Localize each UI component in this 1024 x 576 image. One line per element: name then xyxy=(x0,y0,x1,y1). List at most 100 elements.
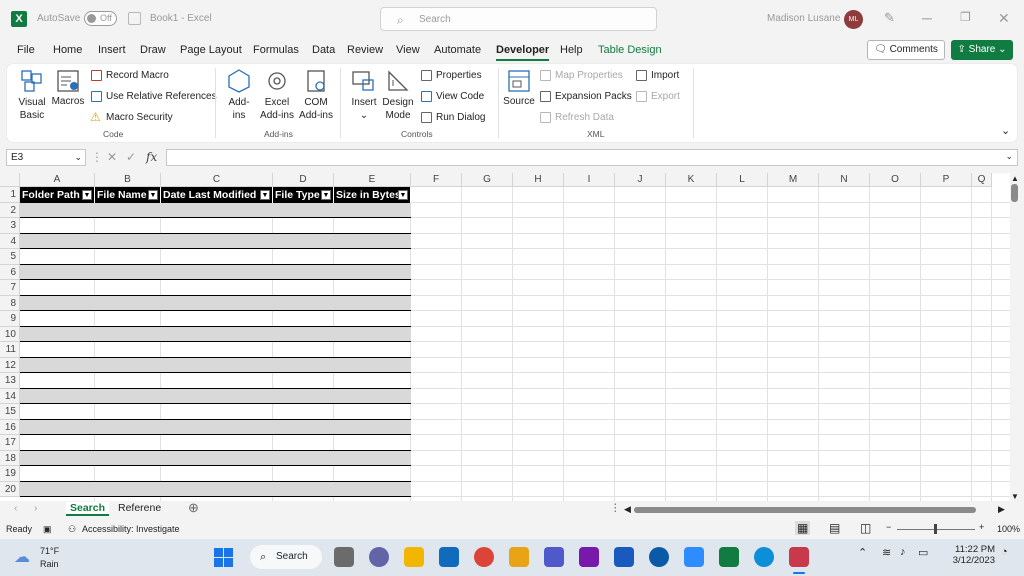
normal-view-icon[interactable]: ▦ xyxy=(795,521,811,535)
table-row[interactable] xyxy=(20,249,411,265)
row-header-10[interactable]: 10 xyxy=(0,326,20,342)
row-header-9[interactable]: 9 xyxy=(0,311,20,327)
restore-icon[interactable]: ❐ xyxy=(960,10,971,24)
teams-icon[interactable] xyxy=(544,547,564,567)
worksheet-grid[interactable]: ABCDEFGHIJKLMNOPQ 1 2 3 4 5 6 7 8 9 10 11 12 13 14 15 1… xyxy=(0,173,1010,501)
prev-sheet-icon[interactable]: ‹ xyxy=(14,502,18,514)
filter-dropdown-icon[interactable]: ▼ xyxy=(398,190,408,200)
scroll-left-icon[interactable]: ◀ xyxy=(624,504,631,515)
column-header-g[interactable]: G xyxy=(462,173,513,187)
table-header-cell[interactable]: Size in Bytes ▼ xyxy=(334,187,411,203)
formula-input[interactable]: ⌄ xyxy=(166,149,1018,166)
close-icon[interactable]: ✕ xyxy=(998,10,1010,27)
com-addins-button[interactable]: COM Add-ins xyxy=(296,96,336,122)
table-row[interactable] xyxy=(20,202,411,218)
next-sheet-icon[interactable]: › xyxy=(34,502,38,514)
record-macro-button[interactable]: Record Macro xyxy=(106,70,169,81)
export-button[interactable]: Export xyxy=(651,91,680,102)
row-header-2[interactable]: 2 xyxy=(0,202,20,218)
cancel-icon[interactable]: ✕ xyxy=(107,150,117,164)
table-row[interactable] xyxy=(20,233,411,249)
share-button[interactable]: ⇪ Share ⌄ xyxy=(951,40,1013,60)
filter-dropdown-icon[interactable]: ▼ xyxy=(321,190,331,200)
outlook-icon[interactable] xyxy=(439,547,459,567)
sheet-tab-search[interactable]: Search xyxy=(66,502,110,516)
onenote-icon[interactable] xyxy=(579,547,599,567)
column-header-d[interactable]: D xyxy=(273,173,334,187)
macro-recording-icon[interactable]: ▣ xyxy=(43,524,52,535)
task-view-icon[interactable] xyxy=(334,547,354,567)
notifications-icon[interactable]: ◔ xyxy=(1001,546,1008,558)
tab-table-design[interactable]: Table Design xyxy=(598,44,662,56)
tab-page-layout[interactable]: Page Layout xyxy=(180,44,242,56)
page-layout-view-icon[interactable]: ▤ xyxy=(829,521,840,535)
chrome-icon[interactable] xyxy=(474,547,494,567)
table-header-cell[interactable]: File Type ▼ xyxy=(273,187,334,203)
table-row[interactable] xyxy=(20,218,411,234)
table-row[interactable] xyxy=(20,373,411,389)
comments-button[interactable]: 🗨 Comments xyxy=(867,40,945,60)
avatar[interactable]: ML xyxy=(844,10,863,29)
windows-start-icon[interactable] xyxy=(214,548,233,567)
skype-icon[interactable] xyxy=(649,547,669,567)
table-header-cell[interactable]: Date Last Modified ▼ xyxy=(161,187,273,203)
table-row[interactable] xyxy=(20,264,411,280)
row-header-7[interactable]: 7 xyxy=(0,280,20,296)
save-icon[interactable] xyxy=(128,12,141,25)
column-header-c[interactable]: C xyxy=(161,173,273,187)
minimize-icon[interactable]: ─ xyxy=(922,10,932,26)
word-icon[interactable] xyxy=(614,547,634,567)
row-header-11[interactable]: 11 xyxy=(0,342,20,358)
tab-home[interactable]: Home xyxy=(53,44,82,56)
column-header-l[interactable]: L xyxy=(717,173,768,187)
run-dialog-button[interactable]: Run Dialog xyxy=(436,112,485,123)
table-row[interactable] xyxy=(20,295,411,311)
tab-draw[interactable]: Draw xyxy=(140,44,166,56)
taskbar-search-button[interactable]: ⌕ Search xyxy=(250,545,322,569)
show-hidden-icons-icon[interactable]: ⌃ xyxy=(858,546,867,559)
table-row[interactable] xyxy=(20,450,411,466)
column-header-e[interactable]: E xyxy=(334,173,411,187)
zoom-app-icon[interactable] xyxy=(684,547,704,567)
macros-button[interactable]: Macros xyxy=(50,96,86,107)
clock[interactable]: 11:22 PM 3/12/2023 xyxy=(943,544,995,566)
table-row[interactable] xyxy=(20,311,411,327)
search-input[interactable]: ⌕ Search xyxy=(380,7,657,31)
filter-dropdown-icon[interactable]: ▼ xyxy=(148,190,158,200)
column-header-p[interactable]: P xyxy=(921,173,972,187)
autosave-toggle[interactable]: Off xyxy=(84,11,117,26)
row-header-8[interactable]: 8 xyxy=(0,295,20,311)
column-header-b[interactable]: B xyxy=(95,173,161,187)
tab-help[interactable]: Help xyxy=(560,44,583,56)
row-header-19[interactable]: 19 xyxy=(0,466,20,482)
insert-function-icon[interactable]: fx xyxy=(146,150,157,164)
row-header-1[interactable]: 1 xyxy=(0,187,20,203)
table-row[interactable] xyxy=(20,466,411,482)
column-header-a[interactable]: A xyxy=(20,173,95,187)
properties-button[interactable]: Properties xyxy=(436,70,482,81)
row-header-15[interactable]: 15 xyxy=(0,404,20,420)
source-button[interactable]: Source xyxy=(502,96,536,107)
add-sheet-icon[interactable]: ⊕ xyxy=(188,500,199,516)
map-properties-button[interactable]: Map Properties xyxy=(555,70,623,81)
row-header-12[interactable]: 12 xyxy=(0,357,20,373)
column-header-k[interactable]: K xyxy=(666,173,717,187)
table-row[interactable] xyxy=(20,342,411,358)
expansion-packs-button[interactable]: Expansion Packs xyxy=(555,91,632,102)
column-header-f[interactable]: F xyxy=(411,173,462,187)
teams-chat-icon[interactable] xyxy=(369,547,389,567)
excel-taskbar-icon[interactable] xyxy=(719,547,739,567)
insert-controls-button[interactable]: Insert ⌄ xyxy=(347,96,381,122)
tab-insert[interactable]: Insert xyxy=(98,44,126,56)
tab-automate[interactable]: Automate xyxy=(434,44,481,56)
zoom-level[interactable]: 100% xyxy=(997,524,1020,534)
row-header-3[interactable]: 3 xyxy=(0,218,20,234)
filter-dropdown-icon[interactable]: ▼ xyxy=(82,190,92,200)
page-break-view-icon[interactable]: ◫ xyxy=(860,521,871,535)
row-header-5[interactable]: 5 xyxy=(0,249,20,265)
table-row[interactable] xyxy=(20,280,411,296)
snipping-tool-icon[interactable] xyxy=(789,547,809,567)
import-button[interactable]: Import xyxy=(651,70,679,81)
row-header-17[interactable]: 17 xyxy=(0,435,20,451)
design-mode-button[interactable]: Design Mode xyxy=(381,96,415,122)
